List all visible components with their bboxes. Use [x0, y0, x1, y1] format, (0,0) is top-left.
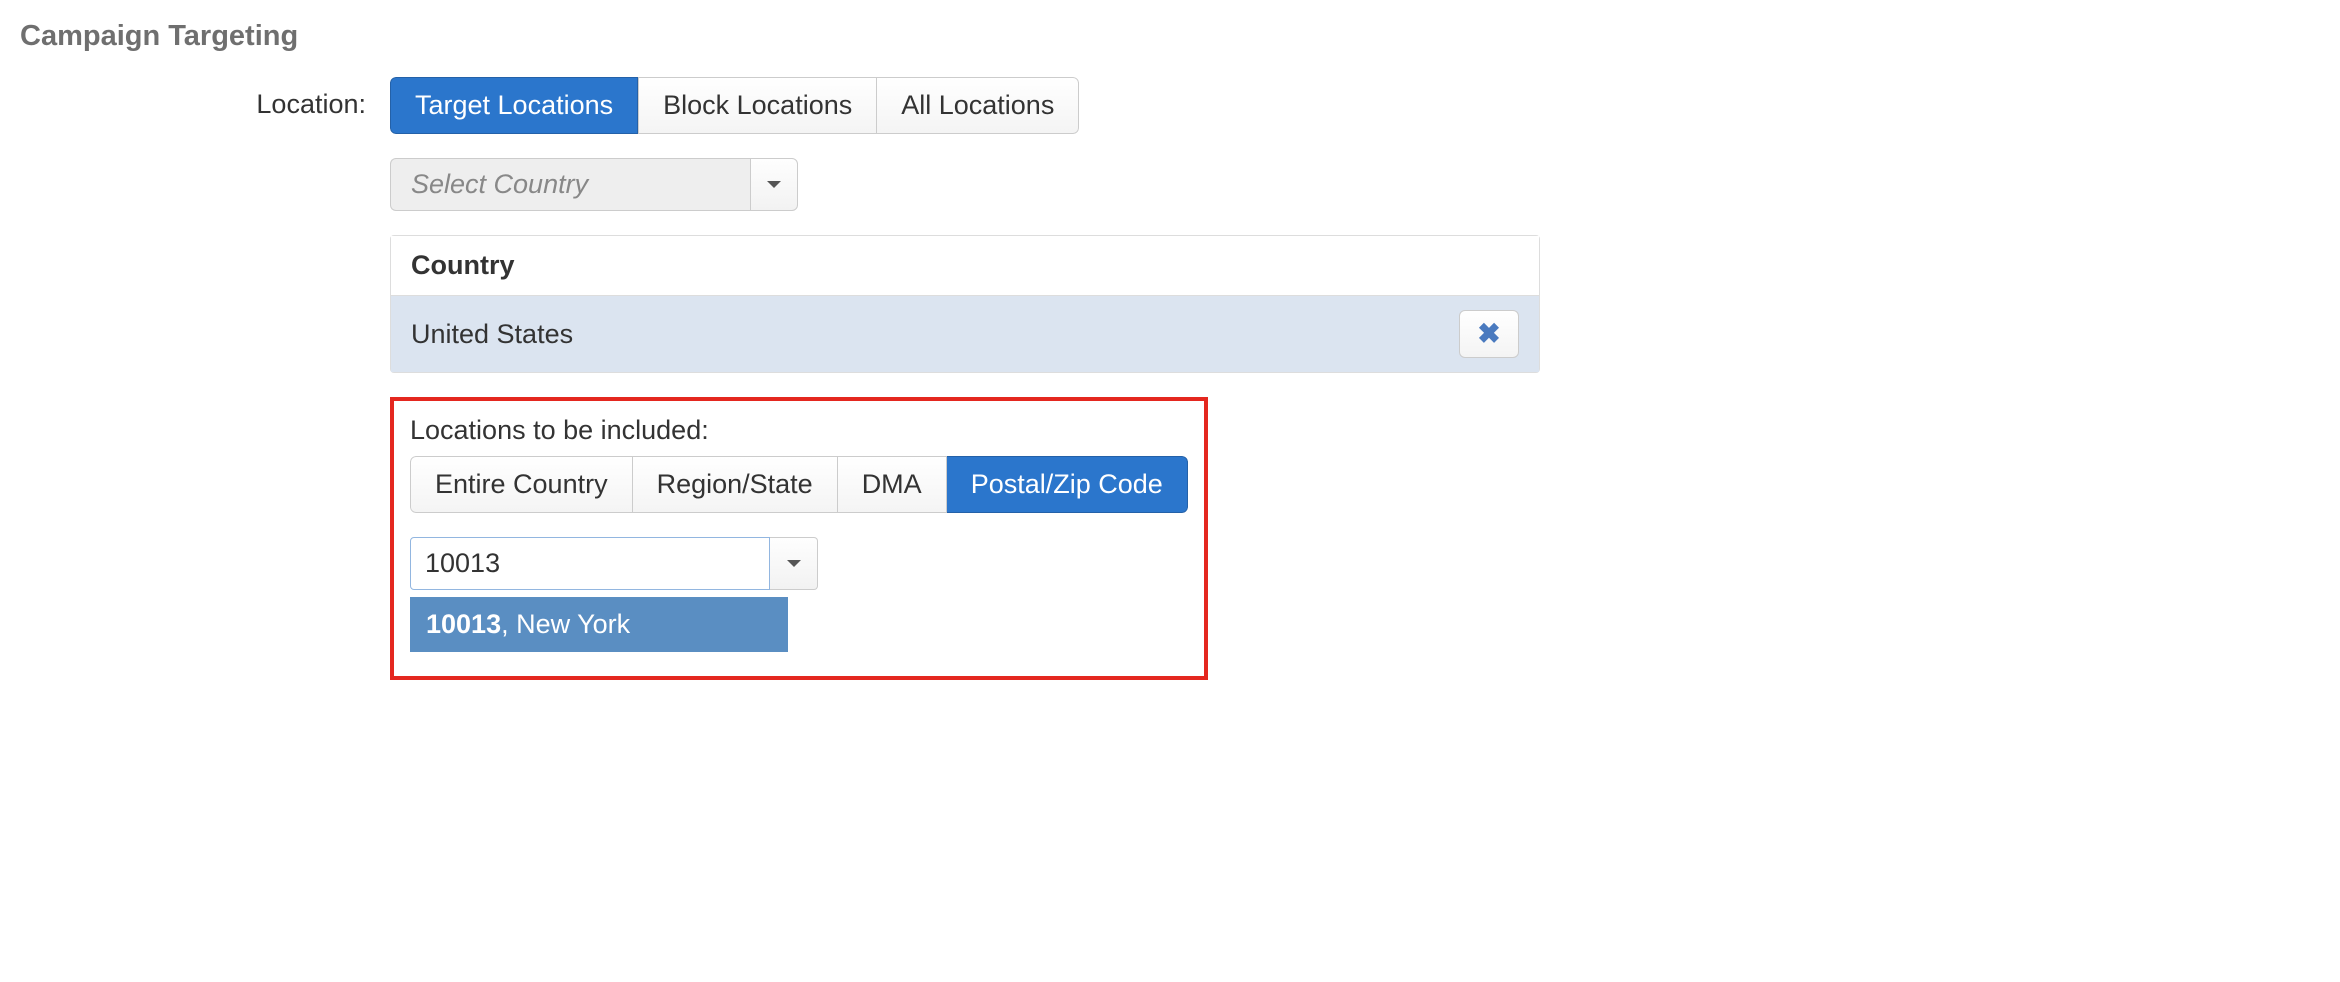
postal-suggestion-item[interactable]: 10013, New York	[410, 597, 788, 652]
tab-target-locations[interactable]: Target Locations	[390, 77, 638, 134]
tab-entire-country[interactable]: Entire Country	[410, 456, 633, 513]
chevron-down-icon	[767, 181, 781, 188]
location-row: Location: Target Locations Block Locatio…	[20, 77, 2320, 680]
postal-combo: 10013, New York	[410, 537, 818, 652]
country-row: United States ✖	[391, 296, 1539, 372]
tab-region-state[interactable]: Region/State	[633, 456, 838, 513]
country-panel: Country United States ✖	[390, 235, 1540, 373]
country-select-placeholder[interactable]: Select Country	[390, 158, 750, 211]
include-label: Locations to be included:	[410, 415, 1188, 446]
include-scope-tabs: Entire Country Region/State DMA Postal/Z…	[410, 456, 1188, 513]
country-name: United States	[411, 319, 1459, 350]
page-title: Campaign Targeting	[20, 20, 2320, 53]
tab-all-locations[interactable]: All Locations	[877, 77, 1079, 134]
tab-postal-zip[interactable]: Postal/Zip Code	[947, 456, 1188, 513]
tab-dma[interactable]: DMA	[838, 456, 947, 513]
remove-country-button[interactable]: ✖	[1459, 310, 1519, 358]
locations-include-box: Locations to be included: Entire Country…	[390, 397, 1208, 680]
country-select-caret[interactable]	[750, 158, 798, 211]
location-label: Location:	[20, 77, 390, 120]
country-select[interactable]: Select Country	[390, 158, 798, 211]
location-mode-tabs: Target Locations Block Locations All Loc…	[390, 77, 1079, 134]
postal-combo-row	[410, 537, 818, 590]
suggestion-rest: , New York	[501, 609, 630, 639]
postal-combo-caret[interactable]	[770, 537, 818, 590]
suggestion-match: 10013	[426, 609, 501, 639]
location-content: Target Locations Block Locations All Loc…	[390, 77, 2320, 680]
postal-search-input[interactable]	[410, 537, 770, 590]
tab-block-locations[interactable]: Block Locations	[638, 77, 877, 134]
country-panel-header: Country	[391, 236, 1539, 296]
close-icon: ✖	[1477, 320, 1500, 348]
chevron-down-icon	[787, 560, 801, 567]
